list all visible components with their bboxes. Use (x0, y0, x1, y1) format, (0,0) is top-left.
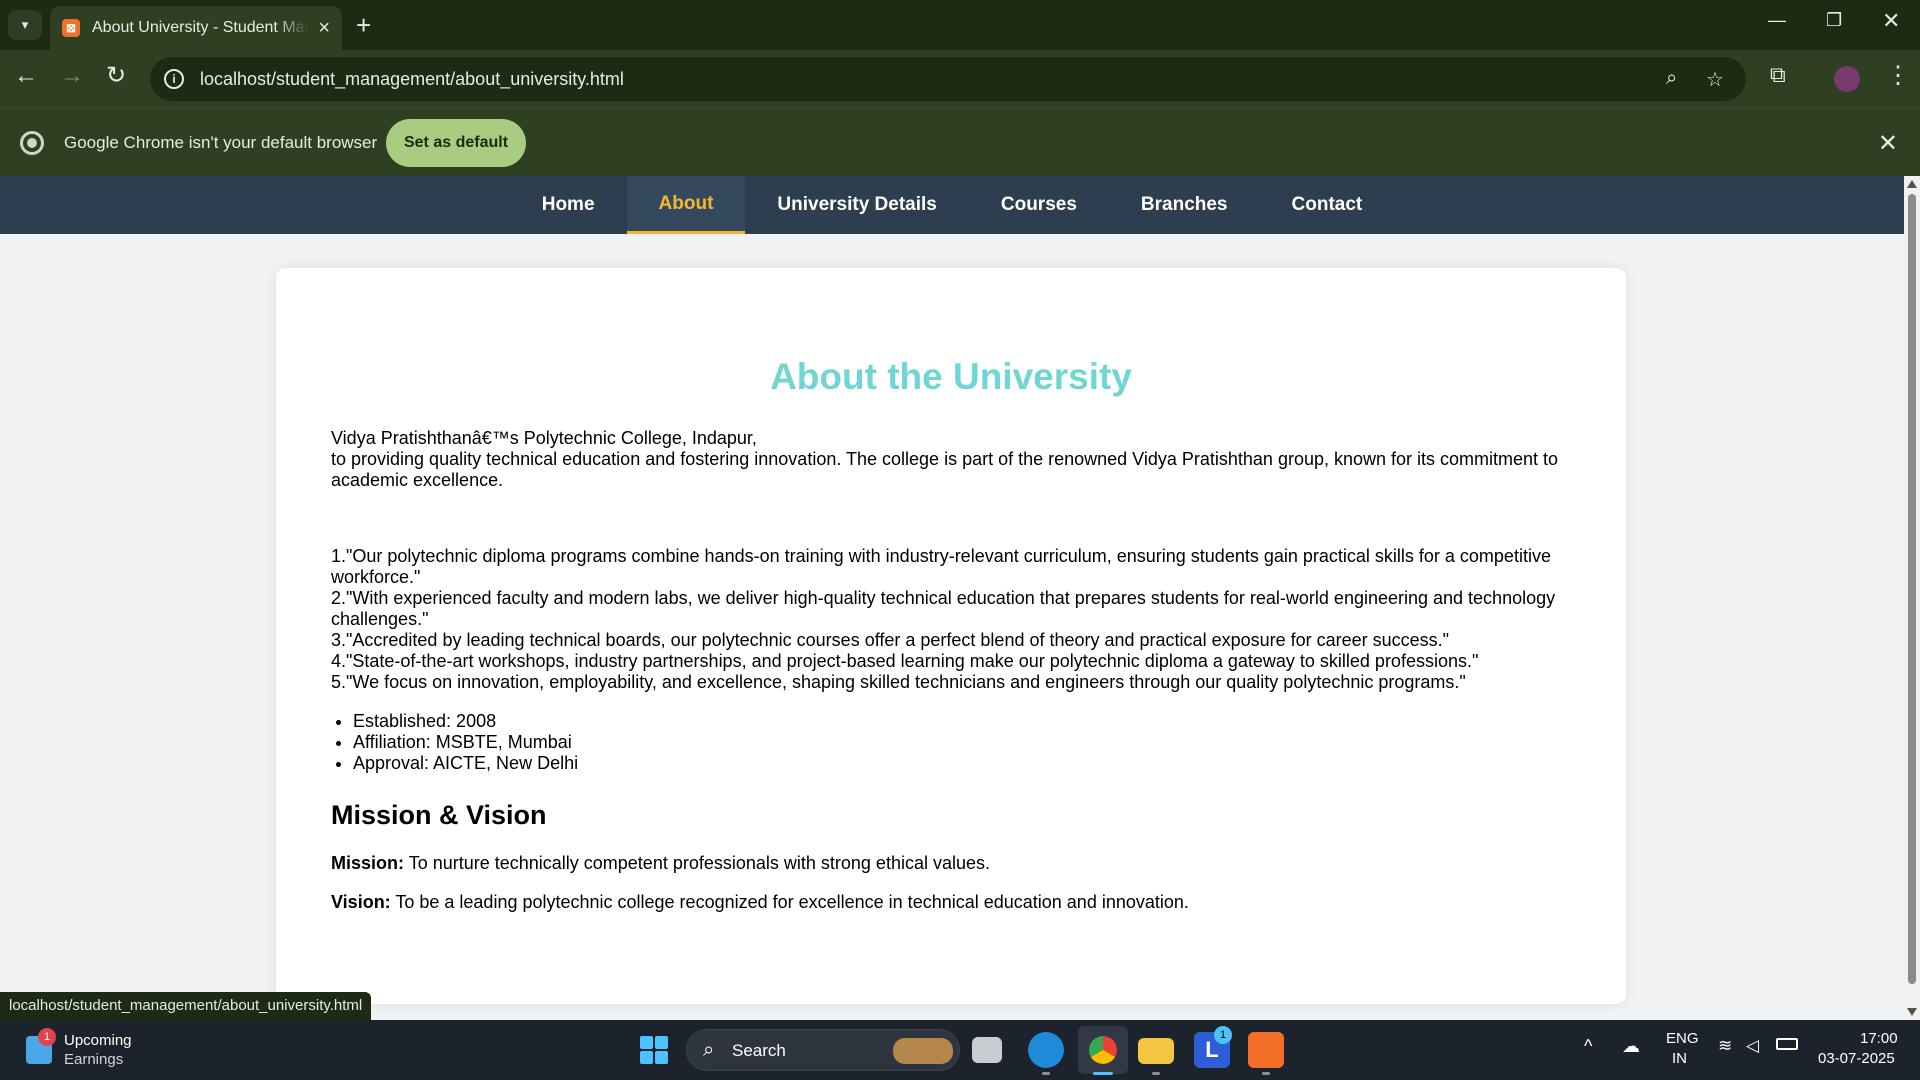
forward-icon[interactable]: → (60, 64, 84, 88)
task-view-icon[interactable] (972, 1037, 1002, 1063)
taskbar-search[interactable]: ⌕ Search (686, 1029, 960, 1071)
tab-strip: ▾ ⊠ About University - Student Managemen… (0, 0, 1920, 50)
set-as-default-button[interactable]: Set as default (386, 119, 526, 167)
status-url-bubble: localhost/student_management/about_unive… (0, 992, 372, 1020)
scroll-up-icon[interactable] (1907, 180, 1917, 188)
zoom-icon[interactable]: ⌕ (1666, 67, 1677, 90)
list-item: Affiliation: MSBTE, Mumbai (353, 732, 1571, 753)
intro-line-2: to providing quality technical education… (331, 449, 1559, 490)
app-indicator-active (1093, 1072, 1113, 1075)
xampp-icon[interactable] (1248, 1032, 1284, 1068)
app-indicator (1262, 1072, 1270, 1075)
nav-item-courses[interactable]: Courses (969, 176, 1109, 234)
language-bottom[interactable]: IN (1672, 1050, 1687, 1067)
tab-title: About University - Student Management (92, 19, 308, 36)
mission-vision-heading: Mission & Vision (331, 800, 547, 830)
clock-date[interactable]: 03-07-2025 (1818, 1050, 1895, 1067)
vertical-scrollbar[interactable] (1904, 176, 1920, 1020)
nav-item-branches[interactable]: Branches (1109, 176, 1260, 234)
scroll-down-icon[interactable] (1907, 1008, 1917, 1016)
mission-statement: Mission: To nurture technically competen… (331, 853, 1571, 874)
browser-tab[interactable]: ⊠ About University - Student Management … (50, 6, 342, 50)
list-item: 3."Accredited by leading technical board… (331, 630, 1450, 650)
chrome-icon (1089, 1036, 1117, 1064)
search-icon: ⌕ (703, 1039, 715, 1061)
notification-badge: 1 (38, 1028, 56, 1046)
list-item: 1."Our polytechnic diploma programs comb… (331, 546, 1551, 587)
extensions-icon[interactable]: ⧉ (1770, 64, 1786, 86)
url-text[interactable]: localhost/student_management/about_unive… (200, 69, 624, 90)
clock-time[interactable]: 17:00 (1860, 1030, 1898, 1047)
cloud-sync-icon[interactable]: ☁ (1622, 1036, 1640, 1057)
widget-title[interactable]: Upcoming (64, 1032, 132, 1049)
browser-toolbar: ← → ↻ i localhost/student_management/abo… (0, 50, 1920, 108)
nav-item-home[interactable]: Home (510, 176, 627, 234)
profile-avatar[interactable] (1834, 66, 1860, 92)
list-item: 2."With experienced faculty and modern l… (331, 588, 1556, 629)
xampp-favicon-icon: ⊠ (62, 19, 80, 37)
search-label: Search (732, 1041, 786, 1060)
highlights-list: 1."Our polytechnic diploma programs comb… (331, 546, 1571, 693)
wifi-icon[interactable]: ≋ (1718, 1036, 1732, 1056)
list-item: Established: 2008 (353, 711, 1571, 732)
chevron-up-icon[interactable]: ^ (1584, 1036, 1592, 1057)
reload-icon[interactable]: ↻ (106, 64, 126, 88)
vision-text: To be a leading polytechnic college reco… (390, 892, 1189, 912)
widget-subtitle[interactable]: Earnings (64, 1051, 123, 1068)
chrome-taskbar-button[interactable] (1078, 1026, 1128, 1074)
volume-icon[interactable]: ◁ (1746, 1036, 1759, 1056)
site-info-icon[interactable]: i (164, 69, 184, 89)
mission-label: Mission: (331, 853, 405, 873)
back-icon[interactable]: ← (14, 64, 38, 88)
bookmark-star-icon[interactable]: ☆ (1706, 67, 1724, 92)
app-badge: 1 (1214, 1026, 1232, 1044)
vision-label: Vision: (331, 892, 391, 912)
vision-statement: Vision: To be a leading polytechnic coll… (331, 892, 1571, 913)
app-indicator (1042, 1072, 1050, 1075)
content-card: About the University Vidya Pratishthanâ€… (276, 268, 1626, 1004)
mission-text: To nurture technically competent profess… (404, 853, 990, 873)
address-bar[interactable]: i localhost/student_management/about_uni… (150, 57, 1746, 101)
page-title: About the University (770, 356, 1132, 397)
file-explorer-icon[interactable] (1138, 1038, 1174, 1064)
intro-line-1: Vidya Pratishthanâ€™s Polytechnic Colleg… (331, 428, 757, 448)
app-indicator (1152, 1072, 1160, 1075)
facts-list: Established: 2008 Affiliation: MSBTE, Mu… (353, 711, 1571, 774)
default-browser-infobar: Google Chrome isn't your default browser… (0, 108, 1920, 176)
battery-icon[interactable] (1776, 1038, 1798, 1050)
nav-item-about[interactable]: About (626, 176, 746, 234)
language-top[interactable]: ENG (1666, 1030, 1699, 1047)
maximize-icon[interactable]: ❐ (1826, 10, 1842, 31)
chrome-logo-icon (20, 131, 44, 155)
minimize-icon[interactable]: — (1768, 10, 1786, 31)
close-window-icon[interactable]: ✕ (1882, 8, 1900, 34)
site-navigation: Home About University Details Courses Br… (0, 176, 1904, 234)
nav-item-contact[interactable]: Contact (1260, 176, 1395, 234)
close-icon[interactable]: ✕ (1878, 129, 1898, 158)
scroll-thumb[interactable] (1908, 194, 1916, 984)
list-item: Approval: AICTE, New Delhi (353, 753, 1571, 774)
infobar-message: Google Chrome isn't your default browser (64, 133, 378, 152)
tab-search-icon[interactable]: ▾ (8, 10, 42, 40)
list-item: 4."State-of-the-art workshops, industry … (331, 651, 1479, 671)
search-highlight-image (893, 1038, 953, 1064)
new-tab-icon[interactable]: + (356, 12, 371, 38)
close-icon[interactable]: × (318, 18, 330, 38)
page-viewport: Home About University Details Courses Br… (0, 176, 1904, 1020)
windows-start-icon[interactable] (640, 1036, 668, 1064)
taskbar: 1 Upcoming Earnings ⌕ Search L 1 ^ ☁ ENG… (0, 1020, 1920, 1080)
nav-item-university-details[interactable]: University Details (745, 176, 968, 234)
menu-kebab-icon[interactable]: ⋮ (1886, 64, 1910, 88)
edge-icon[interactable] (1028, 1032, 1064, 1068)
intro-paragraph: Vidya Pratishthanâ€™s Polytechnic Colleg… (331, 428, 1571, 491)
list-item: 5."We focus on innovation, employability… (331, 672, 1466, 692)
